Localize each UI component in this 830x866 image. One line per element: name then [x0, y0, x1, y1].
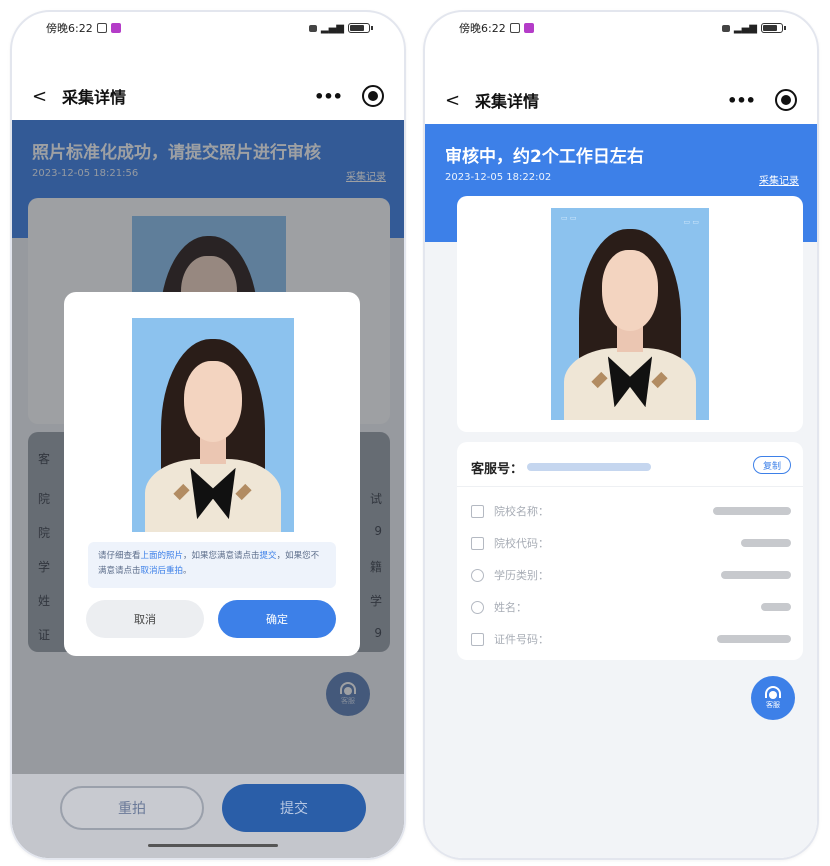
cancel-button[interactable]: 取消	[86, 600, 204, 638]
note-text: 。	[183, 566, 192, 576]
battery-icon	[348, 23, 373, 33]
note-highlight: 取消后重拍	[140, 566, 184, 576]
retake-button[interactable]: 重拍	[60, 786, 204, 830]
photo-bow	[190, 468, 235, 519]
confirm-dialog: 请仔细查看上面的照片，如果您满意请点击提交，如果您不满意请点击取消后重拍。 取消…	[64, 292, 360, 656]
stage: 傍晚6:22 ▂▄▆ < 采集详情 ••• 照片标准化成功，请提交照片进行审核 …	[0, 0, 830, 866]
note-text: ，如果您满意请点击	[183, 551, 260, 561]
app-notification-icon	[110, 23, 121, 33]
info-row-name: 姓名：	[471, 598, 527, 616]
nav-bar: < 采集详情 •••	[12, 76, 404, 116]
graduation-cap-icon	[471, 568, 484, 582]
submit-button[interactable]: 提交	[222, 784, 366, 832]
user-icon	[471, 600, 484, 614]
status-time: 傍晚6:22	[459, 22, 506, 35]
row-value-redacted	[741, 539, 791, 547]
back-icon[interactable]: <	[445, 90, 469, 111]
service-number-redacted	[527, 463, 651, 471]
row-value-redacted	[721, 571, 791, 579]
row-label: 院校代码：	[494, 537, 549, 550]
nav-bar: < 采集详情 •••	[425, 80, 817, 120]
note-highlight: 提交	[259, 551, 277, 561]
standardized-photo	[132, 318, 294, 532]
divider	[457, 486, 803, 487]
row-value-redacted	[717, 635, 791, 643]
photo-bow	[608, 356, 652, 407]
status-right: ▂▄▆	[721, 22, 786, 34]
row-label: 学历类别：	[494, 569, 549, 582]
info-card: 客服号： 复制 院校名称： 院校代码： 学历类别： 姓名： 证件号码：	[457, 442, 803, 660]
close-miniprogram-icon[interactable]	[362, 85, 384, 107]
row-value-redacted	[713, 507, 791, 515]
submitted-photo: ▭ ▭ ▭ ▭	[551, 208, 709, 420]
home-indicator	[148, 844, 278, 847]
sim-icon	[308, 24, 317, 32]
battery-icon	[761, 23, 786, 33]
info-row-education: 学历类别：	[471, 566, 549, 584]
more-icon[interactable]: •••	[725, 89, 757, 111]
phone-right: 傍晚6:22 ▂▄▆ < 采集详情 ••• 审核中，约2个工作日左右 2023-…	[423, 10, 819, 860]
info-row-school-name: 院校名称：	[471, 502, 549, 520]
note-highlight: 上面的照片	[140, 551, 184, 561]
alarm-icon	[96, 23, 107, 33]
record-link[interactable]: 采集记录	[759, 172, 799, 187]
copy-button[interactable]: 复制	[753, 456, 791, 474]
status-bar: 傍晚6:22 ▂▄▆	[425, 12, 817, 44]
customer-service-label: 客服	[766, 701, 780, 709]
photo-watermark: ▭ ▭	[683, 218, 699, 226]
info-row-school-code: 院校代码：	[471, 534, 549, 552]
banner-timestamp: 2023-12-05 18:22:02	[445, 172, 552, 183]
customer-service-button[interactable]: 客服	[751, 676, 795, 720]
status-bar: 傍晚6:22 ▂▄▆	[12, 12, 404, 44]
status-time: 傍晚6:22	[46, 22, 93, 35]
photo-watermark: ▭ ▭	[561, 214, 577, 222]
signal-icon: ▂▄▆	[320, 22, 344, 34]
photo-face	[183, 360, 243, 443]
document-icon	[471, 504, 484, 518]
status-time-group: 傍晚6:22	[46, 20, 121, 36]
row-label: 证件号码：	[494, 633, 549, 646]
status-time-group: 傍晚6:22	[459, 20, 534, 36]
headset-icon	[765, 686, 781, 699]
dialog-note: 请仔细查看上面的照片，如果您满意请点击提交，如果您不满意请点击取消后重拍。	[88, 542, 336, 588]
service-number-label: 客服号：	[471, 462, 524, 477]
photo-face	[601, 250, 659, 331]
page-title: 采集详情	[475, 92, 540, 111]
more-icon[interactable]: •••	[312, 85, 344, 107]
page-title: 采集详情	[62, 88, 127, 107]
app-notification-icon	[523, 23, 534, 33]
row-label: 姓名：	[494, 601, 527, 614]
back-icon[interactable]: <	[32, 86, 56, 107]
alarm-icon	[509, 23, 520, 33]
phone-left: 傍晚6:22 ▂▄▆ < 采集详情 ••• 照片标准化成功，请提交照片进行审核 …	[10, 10, 406, 860]
confirm-button[interactable]: 确定	[218, 600, 336, 638]
document-icon	[471, 536, 484, 550]
status-right: ▂▄▆	[308, 22, 373, 34]
note-text: 请仔细查看	[98, 551, 141, 561]
photo-card: ▭ ▭ ▭ ▭	[457, 196, 803, 432]
close-miniprogram-icon[interactable]	[775, 89, 797, 111]
sim-icon	[721, 24, 730, 32]
id-card-icon	[471, 632, 484, 646]
row-label: 院校名称：	[494, 505, 549, 518]
row-value-redacted	[761, 603, 791, 611]
signal-icon: ▂▄▆	[733, 22, 757, 34]
info-row-id-number: 证件号码：	[471, 630, 549, 648]
banner-headline: 审核中，约2个工作日左右	[445, 147, 644, 167]
